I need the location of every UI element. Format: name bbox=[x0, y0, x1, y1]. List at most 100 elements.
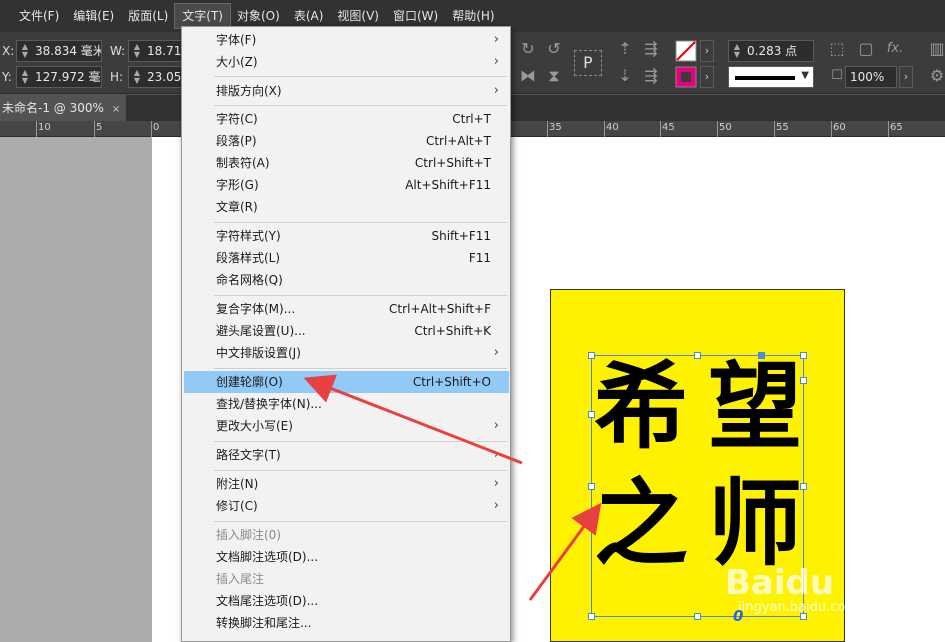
menu-item-kinsoku-set[interactable]: 避头尾设置(U)... Ctrl+Shift+K bbox=[184, 320, 509, 342]
resize-handle[interactable] bbox=[694, 613, 701, 620]
menu-separator bbox=[214, 521, 507, 522]
stroke-weight-field[interactable]: ▲ ▼ 0.283 点 bbox=[728, 40, 814, 62]
type-menu-dropdown: 字体(F) › 大小(Z) › 排版方向(X) › 字符(C) Ctrl+T 段落(P)… bbox=[181, 26, 511, 642]
shadow-box-icon[interactable]: ▢ bbox=[855, 38, 877, 60]
select-previous-icon[interactable]: ⇶ bbox=[640, 65, 662, 87]
shortcut: Ctrl+Alt+Shift+F bbox=[389, 302, 491, 316]
stroke-dropdown-icon[interactable]: › bbox=[700, 66, 714, 88]
menu-item-footnote-options[interactable]: 文档脚注选项(D)... bbox=[184, 546, 509, 568]
ruler-label: 55 bbox=[776, 122, 789, 133]
ruler-label: 65 bbox=[890, 122, 903, 133]
menu-type[interactable]: 文字(T) bbox=[174, 3, 231, 29]
stroke-type-select[interactable]: ▼ bbox=[728, 66, 814, 88]
h-field[interactable]: ▲ ▼ 23.05 bbox=[128, 66, 183, 88]
menu-layout[interactable]: 版面(L) bbox=[121, 4, 175, 28]
opacity-field[interactable]: 100% bbox=[845, 66, 897, 88]
menu-help[interactable]: 帮助(H) bbox=[445, 4, 501, 28]
y-field[interactable]: ▲ ▼ 127.972 毫 bbox=[16, 66, 102, 88]
w-field[interactable]: ▲ ▼ 18.71 bbox=[128, 40, 183, 62]
flip-horizontal-icon[interactable]: ⧓ bbox=[517, 65, 539, 87]
document-tab[interactable]: 未命名-1 @ 300% × bbox=[0, 95, 127, 121]
ruler-label: 0 bbox=[153, 122, 160, 133]
menu-item-track-changes[interactable]: 修订(C) › bbox=[184, 495, 509, 517]
rotate-ccw-icon[interactable]: ↺ bbox=[543, 38, 565, 60]
chevron-right-icon: › bbox=[493, 476, 499, 491]
shortcut: Alt+Shift+F11 bbox=[405, 178, 491, 192]
menu-edit[interactable]: 编辑(E) bbox=[66, 4, 121, 28]
overflow-marker: 0 bbox=[733, 607, 744, 625]
menu-item-mojikumi-set[interactable]: 中文排版设置(J) › bbox=[184, 342, 509, 364]
stepper-icon[interactable]: ▲ ▼ bbox=[19, 69, 31, 85]
h-value: 23.05 bbox=[147, 70, 182, 84]
resize-handle[interactable] bbox=[588, 613, 595, 620]
menu-item-glyphs[interactable]: 字形(G) Alt+Shift+F11 bbox=[184, 174, 509, 196]
shortcut: Ctrl+Alt+T bbox=[425, 134, 491, 148]
x-value: 38.834 毫米 bbox=[35, 44, 102, 58]
ruler-label: 50 bbox=[719, 122, 732, 133]
ruler-label: 5 bbox=[96, 122, 103, 133]
resize-handle[interactable] bbox=[800, 483, 807, 490]
panel-menu-icon[interactable]: ▥ bbox=[926, 38, 945, 60]
select-content-icon[interactable]: ⇣ bbox=[614, 65, 636, 87]
resize-handle[interactable] bbox=[588, 483, 595, 490]
menu-item-character-styles[interactable]: 字符样式(Y) Shift+F11 bbox=[184, 225, 509, 247]
menu-item-convert-notes[interactable]: 转换脚注和尾注... bbox=[184, 612, 509, 634]
menu-window[interactable]: 窗口(W) bbox=[386, 4, 445, 28]
frame-reference-icon[interactable]: P bbox=[574, 50, 602, 76]
menu-item-composite-fonts[interactable]: 复合字体(M)... Ctrl+Alt+Shift+F bbox=[184, 298, 509, 320]
w-value: 18.71 bbox=[147, 44, 182, 58]
select-container-icon[interactable]: ⇡ bbox=[614, 38, 636, 60]
menu-item-character[interactable]: 字符(C) Ctrl+T bbox=[184, 108, 509, 130]
menu-item-find-font[interactable]: 查找/替换字体(N)... bbox=[184, 393, 509, 415]
menu-table[interactable]: 表(A) bbox=[287, 4, 331, 28]
menu-item-type-on-path[interactable]: 路径文字(T) › bbox=[184, 444, 509, 466]
menu-item-create-outlines[interactable]: 创建轮廓(O) Ctrl+Shift+O bbox=[184, 371, 509, 393]
menu-item-tabs[interactable]: 制表符(A) Ctrl+Shift+T bbox=[184, 152, 509, 174]
ruler-label: 45 bbox=[662, 122, 675, 133]
x-field[interactable]: ▲ ▼ 38.834 毫米 bbox=[16, 40, 102, 62]
fill-dropdown-icon[interactable]: › bbox=[700, 40, 714, 62]
opacity-value: 100% bbox=[850, 70, 885, 84]
frame-fitting-icon[interactable]: ⬚ bbox=[826, 38, 848, 60]
menu-separator bbox=[214, 76, 507, 77]
stepper-icon[interactable]: ▲ ▼ bbox=[131, 69, 143, 85]
menu-item-change-case[interactable]: 更改大小写(E) › bbox=[184, 415, 509, 437]
chevron-right-icon: › bbox=[493, 498, 499, 513]
menu-item-named-grids[interactable]: 命名网格(Q) bbox=[184, 269, 509, 291]
menu-object[interactable]: 对象(O) bbox=[230, 4, 287, 28]
opacity-dropdown-icon[interactable]: › bbox=[899, 66, 913, 88]
resize-handle[interactable] bbox=[800, 352, 807, 359]
stepper-icon[interactable]: ▲ ▼ bbox=[19, 43, 31, 59]
stroke-swatch-icon[interactable] bbox=[675, 66, 697, 88]
gear-icon[interactable]: ⚙ bbox=[926, 65, 945, 87]
stepper-icon[interactable]: ▲ ▼ bbox=[131, 43, 143, 59]
menu-item-font[interactable]: 字体(F) › bbox=[184, 29, 509, 51]
menu-item-notes[interactable]: 附注(N) › bbox=[184, 473, 509, 495]
resize-handle[interactable] bbox=[588, 352, 595, 359]
resize-handle[interactable] bbox=[588, 411, 595, 418]
fill-none-swatch-icon[interactable] bbox=[675, 40, 697, 62]
ruler-label: 35 bbox=[549, 122, 562, 133]
chevron-right-icon: › bbox=[493, 345, 499, 360]
menu-item-paragraph-styles[interactable]: 段落样式(L) F11 bbox=[184, 247, 509, 269]
select-next-icon[interactable]: ⇶ bbox=[640, 38, 662, 60]
menu-separator bbox=[214, 105, 507, 106]
resize-handle[interactable] bbox=[800, 377, 807, 384]
chevron-right-icon: › bbox=[493, 54, 499, 69]
rotate-cw-icon[interactable]: ↻ bbox=[517, 38, 539, 60]
fx-icon[interactable]: fx. bbox=[884, 38, 906, 60]
baidu-watermark: Baidu 经验 bbox=[725, 563, 914, 603]
menu-item-paragraph[interactable]: 段落(P) Ctrl+Alt+T bbox=[184, 130, 509, 152]
chevron-right-icon: › bbox=[493, 83, 499, 98]
stepper-icon[interactable]: ▲ ▼ bbox=[731, 43, 743, 59]
close-icon[interactable]: × bbox=[112, 104, 120, 115]
menu-item-size[interactable]: 大小(Z) › bbox=[184, 51, 509, 73]
menu-item-endnote-options[interactable]: 文档尾注选项(D)... bbox=[184, 590, 509, 612]
menu-file[interactable]: 文件(F) bbox=[12, 4, 66, 28]
menu-item-type-orientation[interactable]: 排版方向(X) › bbox=[184, 80, 509, 102]
in-port-handle[interactable] bbox=[758, 352, 765, 359]
menu-item-story[interactable]: 文章(R) bbox=[184, 196, 509, 218]
flip-vertical-icon[interactable]: ⧗ bbox=[543, 65, 565, 87]
menu-view[interactable]: 视图(V) bbox=[330, 4, 386, 28]
resize-handle[interactable] bbox=[694, 352, 701, 359]
